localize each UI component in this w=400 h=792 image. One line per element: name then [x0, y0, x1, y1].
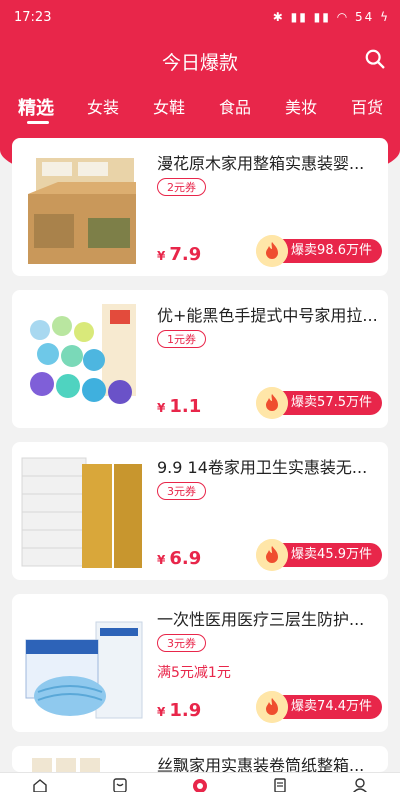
tab-beauty[interactable]: 美妆	[285, 94, 317, 118]
tab-womens-clothing[interactable]: 女装	[87, 94, 119, 118]
active-tab-indicator	[27, 121, 49, 124]
price-value: 7.9	[169, 244, 202, 265]
tab-featured[interactable]: 精选	[18, 94, 54, 120]
fire-icon	[256, 387, 289, 419]
product-name[interactable]: 优+能黑色手提式中号家用拉...	[157, 302, 379, 326]
product-price: ¥1.9	[157, 700, 201, 721]
profile-icon[interactable]	[352, 777, 368, 792]
home-icon[interactable]	[32, 777, 48, 792]
fire-icon	[256, 539, 289, 571]
product-image-tissue-box	[18, 144, 146, 270]
product-image-face-masks	[18, 600, 146, 726]
product-card[interactable]: 优+能黑色手提式中号家用拉... 1元券 ¥1.1 爆卖57.5万件	[12, 290, 388, 428]
tab-general-goods[interactable]: 百货	[351, 94, 383, 118]
bottom-nav	[0, 772, 400, 792]
product-name[interactable]: 9.9 14卷家用卫生实惠装无...	[157, 454, 379, 478]
product-card[interactable]: 丝飘家用实惠装卷筒纸整箱...	[12, 746, 388, 772]
sales-count: 爆卖45.9万件	[291, 547, 372, 562]
status-bar: 17:23 ✱ ▮▮ ▮▮ ◠ 54 ϟ	[0, 0, 400, 36]
currency-symbol: ¥	[157, 553, 166, 567]
page-title: 今日爆款	[161, 52, 238, 74]
status-time: 17:23	[14, 10, 52, 25]
category-tabs: 精选 女装 女鞋 食品 美妆 百货	[0, 82, 400, 130]
price-value: 6.9	[169, 548, 202, 569]
product-price: ¥6.9	[157, 548, 201, 569]
price-value: 1.9	[169, 700, 202, 721]
coupon-badge: 3元券	[157, 634, 206, 652]
status-icons: ✱ ▮▮ ▮▮ ◠ 54 ϟ	[272, 10, 390, 24]
search-icon[interactable]	[364, 48, 386, 70]
product-price: ¥1.1	[157, 396, 201, 417]
currency-symbol: ¥	[157, 249, 166, 263]
price-value: 1.1	[169, 396, 202, 417]
sales-count: 爆卖57.5万件	[291, 395, 372, 410]
category-icon[interactable]	[112, 777, 128, 792]
hot-icon[interactable]	[192, 777, 208, 792]
product-card[interactable]: 漫花原木家用整箱实惠装婴... 2元券 ¥7.9 爆卖98.6万件	[12, 138, 388, 276]
product-card[interactable]: 9.9 14卷家用卫生实惠装无... 3元券 ¥6.9 爆卖45.9万件	[12, 442, 388, 580]
list-icon[interactable]	[272, 777, 288, 792]
fire-icon	[256, 235, 289, 267]
product-image-toilet-paper	[18, 448, 146, 574]
product-image-roll-paper	[18, 752, 146, 772]
sales-count: 爆卖74.4万件	[291, 699, 372, 714]
sales-badge: 爆卖74.4万件	[256, 691, 382, 723]
product-name[interactable]: 丝飘家用实惠装卷筒纸整箱...	[157, 752, 379, 772]
sales-count: 爆卖98.6万件	[291, 243, 372, 258]
coupon-badge: 3元券	[157, 482, 206, 500]
coupon-badge: 2元券	[157, 178, 206, 196]
coupon-badge: 1元券	[157, 330, 206, 348]
battery-level: 54	[354, 10, 375, 24]
currency-symbol: ¥	[157, 705, 166, 719]
currency-symbol: ¥	[157, 401, 166, 415]
promo-text: 满5元减1元	[157, 665, 231, 681]
fire-icon	[256, 691, 289, 723]
tab-food[interactable]: 食品	[219, 94, 251, 118]
tab-womens-shoes[interactable]: 女鞋	[153, 94, 185, 118]
product-price: ¥7.9	[157, 244, 201, 265]
product-image-trash-bags	[18, 296, 146, 422]
product-name[interactable]: 漫花原木家用整箱实惠装婴...	[157, 150, 379, 174]
app-header: 今日爆款	[0, 36, 400, 82]
sales-badge: 爆卖45.9万件	[256, 539, 382, 571]
product-name[interactable]: 一次性医用医疗三层生防护...	[157, 606, 379, 630]
sales-badge: 爆卖57.5万件	[256, 387, 382, 419]
product-card[interactable]: 一次性医用医疗三层生防护... 3元券 满5元减1元 ¥1.9 爆卖74.4万件	[12, 594, 388, 732]
sales-badge: 爆卖98.6万件	[256, 235, 382, 267]
